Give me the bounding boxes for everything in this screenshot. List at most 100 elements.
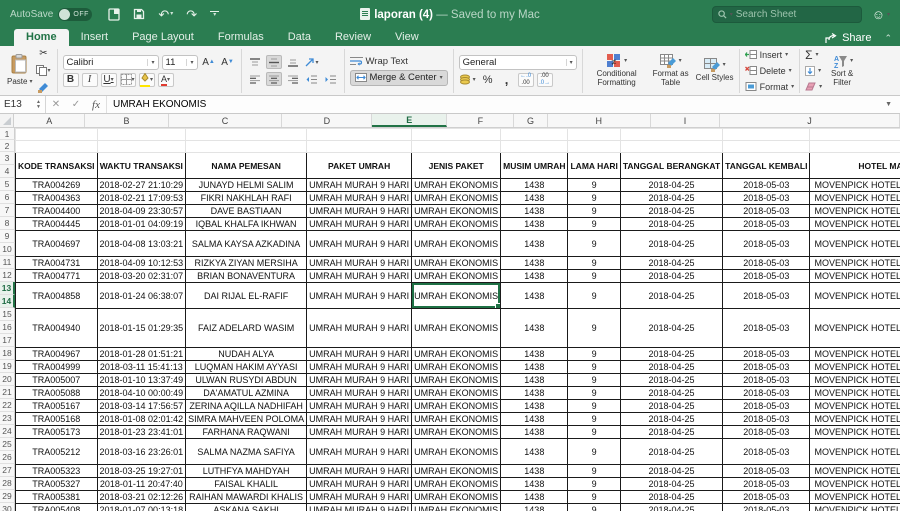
cell[interactable] (723, 141, 810, 153)
percent-icon[interactable]: % (480, 73, 496, 87)
cell[interactable]: TRA005088 (16, 387, 98, 400)
increase-decimal-icon[interactable]: ←.0.00 (518, 73, 534, 87)
cell[interactable]: 2018-01-24 06:38:07 (97, 283, 186, 309)
cell[interactable]: TRA005007 (16, 374, 98, 387)
cell[interactable]: 2018-05-03 (723, 478, 810, 491)
cell[interactable]: UMRAH MURAH 9 HARI (307, 413, 412, 426)
cell[interactable]: 2018-05-03 (723, 426, 810, 439)
cell[interactable] (412, 141, 501, 153)
cell[interactable] (501, 129, 568, 141)
row-header-5[interactable]: 5 (0, 178, 15, 191)
cell[interactable]: 2018-01-10 13:37:49 (97, 374, 186, 387)
tab-home[interactable]: Home (14, 29, 69, 46)
cell[interactable]: NUDAH ALYA (186, 348, 307, 361)
cell[interactable]: UMRAH MURAH 9 HARI (307, 478, 412, 491)
cell[interactable]: 9 (568, 478, 620, 491)
row-header-2[interactable]: 2 (0, 140, 15, 152)
cell[interactable]: 1438 (501, 465, 568, 478)
cell[interactable]: 1438 (501, 413, 568, 426)
cell[interactable] (568, 141, 620, 153)
row-header-29[interactable]: 29 (0, 490, 15, 503)
cell[interactable]: 2018-05-03 (723, 439, 810, 465)
cell[interactable]: 9 (568, 426, 620, 439)
row-header-7[interactable]: 7 (0, 204, 15, 217)
format-painter-icon[interactable] (35, 81, 51, 95)
cell[interactable]: 9 (568, 465, 620, 478)
cell[interactable]: UMRAH MURAH 9 HARI (307, 361, 412, 374)
cell[interactable] (620, 141, 722, 153)
cell[interactable]: RAIHAN MAWARDI KHALIS (186, 491, 307, 504)
column-header-J[interactable]: J (720, 114, 900, 127)
cell[interactable]: 2018-05-03 (723, 465, 810, 478)
cell[interactable]: 2018-04-25 (620, 504, 722, 511)
copy-icon[interactable]: ▾ (35, 64, 51, 78)
header-cell[interactable]: TANGGAL BERANGKAT (620, 153, 722, 179)
wrap-text-button[interactable]: Wrap Text (350, 56, 448, 67)
cell[interactable]: UMRAH MURAH 9 HARI (307, 257, 412, 270)
cell[interactable] (186, 129, 307, 141)
merge-center-caret-icon[interactable]: ▾ (440, 74, 443, 81)
font-color-icon[interactable]: A▾ (158, 73, 174, 87)
undo-button[interactable]: ↶▾ (158, 8, 173, 21)
cell[interactable]: MOVENPICK HOTEL & RESIDENCE H (810, 374, 900, 387)
row-header-17[interactable]: 17 (0, 334, 15, 347)
header-cell[interactable]: TANGGAL KEMBALI (723, 153, 810, 179)
cell[interactable]: UMRAH MURAH 9 HARI (307, 491, 412, 504)
search-scope-caret-icon[interactable]: ▾ (730, 11, 733, 18)
align-middle-icon[interactable] (266, 55, 282, 69)
cell[interactable]: MOVENPICK HOTEL & RESIDENCE H (810, 231, 900, 257)
cell[interactable]: UMRAH EKONOMIS (412, 179, 501, 192)
header-cell[interactable]: WAKTU TRANSAKSI (97, 153, 186, 179)
tab-page-layout[interactable]: Page Layout (120, 29, 206, 46)
cell[interactable] (810, 129, 900, 141)
cell[interactable]: TRA004697 (16, 231, 98, 257)
format-as-table-button[interactable]: ▾ Format as Table (649, 54, 693, 88)
cell[interactable]: 1438 (501, 192, 568, 205)
decrease-decimal-icon[interactable]: .00.0→ (537, 73, 553, 87)
column-header-G[interactable]: G (514, 114, 547, 127)
cell[interactable] (620, 129, 722, 141)
row-header-10[interactable]: 10 (0, 243, 15, 256)
header-cell[interactable]: JENIS PAKET (412, 153, 501, 179)
cell[interactable]: UMRAH EKONOMIS (412, 374, 501, 387)
cell[interactable]: 9 (568, 192, 620, 205)
insert-function-icon[interactable]: fx (86, 99, 106, 111)
cell[interactable]: TRA005327 (16, 478, 98, 491)
cell[interactable]: MOVENPICK HOTEL & RESIDENCE H (810, 439, 900, 465)
decrease-font-icon[interactable]: A▼ (220, 55, 236, 69)
cell[interactable]: 2018-04-25 (620, 179, 722, 192)
cell[interactable]: UMRAH EKONOMIS (412, 192, 501, 205)
cell[interactable]: 9 (568, 504, 620, 511)
cell[interactable]: 2018-04-08 13:03:21 (97, 231, 186, 257)
cell[interactable]: UMRAH EKONOMIS (412, 283, 501, 309)
cell[interactable]: 9 (568, 270, 620, 283)
cell[interactable]: UMRAH EKONOMIS (412, 387, 501, 400)
cell[interactable]: 2018-03-16 23:26:01 (97, 439, 186, 465)
cell[interactable]: UMRAH MURAH 9 HARI (307, 439, 412, 465)
row-header-23[interactable]: 23 (0, 412, 15, 425)
row-header-13[interactable]: 13 (0, 282, 15, 295)
cell[interactable] (501, 141, 568, 153)
column-header-C[interactable]: C (169, 114, 283, 127)
cell[interactable]: 2018-05-03 (723, 257, 810, 270)
cell[interactable]: 1438 (501, 439, 568, 465)
number-format-select[interactable]: General▾ (459, 55, 577, 70)
orientation-icon[interactable]: ▾ (304, 55, 320, 69)
cell[interactable]: UMRAH MURAH 9 HARI (307, 400, 412, 413)
tab-data[interactable]: Data (276, 29, 323, 46)
cell[interactable]: 9 (568, 361, 620, 374)
fill-button[interactable]: ▾ (805, 64, 822, 77)
align-right-icon[interactable] (285, 72, 301, 86)
cell[interactable]: 2018-04-25 (620, 387, 722, 400)
cell[interactable]: UMRAH EKONOMIS (412, 504, 501, 511)
increase-font-icon[interactable]: A▲ (201, 55, 217, 69)
cell[interactable]: FAIZ ADELARD WASIM (186, 309, 307, 348)
cell[interactable]: DAI RIJAL EL-RAFIF (186, 283, 307, 309)
enter-icon[interactable]: ✓ (66, 99, 86, 110)
tab-formulas[interactable]: Formulas (206, 29, 276, 46)
cell[interactable]: LUQMAN HAKIM AYYASI (186, 361, 307, 374)
cell[interactable]: TRA005408 (16, 504, 98, 511)
row-header-24[interactable]: 24 (0, 425, 15, 438)
cell[interactable]: UMRAH EKONOMIS (412, 439, 501, 465)
sort-filter-button[interactable]: AZ▾ Sort & Filter (825, 54, 859, 88)
